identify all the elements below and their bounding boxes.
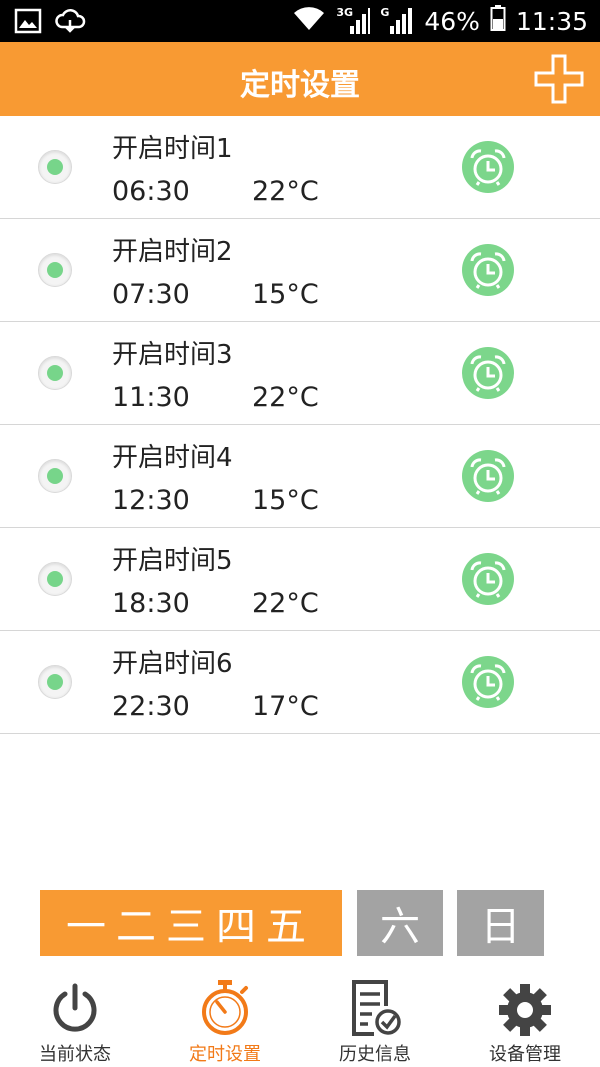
timer-row[interactable]: 开启时间6 22:30 17°C — [0, 631, 600, 734]
alarm-clock-icon[interactable] — [462, 244, 514, 296]
timer-row[interactable]: 开启时间5 18:30 22°C — [0, 528, 600, 631]
timer-name: 开启时间1 — [112, 134, 233, 164]
battery-icon — [490, 4, 506, 38]
timer-temperature: 15°C — [252, 485, 319, 516]
timer-time: 12:30 — [112, 485, 190, 516]
weekday-button[interactable]: 一二三四五 — [40, 890, 342, 956]
tab-history[interactable]: 历史信息 — [300, 970, 450, 1067]
signal-3g-icon: 3G — [336, 6, 371, 36]
timer-row[interactable]: 开启时间3 11:30 22°C — [0, 322, 600, 425]
wifi-icon — [292, 4, 326, 38]
alarm-clock-icon[interactable] — [462, 553, 514, 605]
alarm-clock-icon[interactable] — [462, 450, 514, 502]
timer-name: 开启时间4 — [112, 443, 233, 473]
timer-time: 22:30 — [112, 691, 190, 722]
stopwatch-icon — [202, 980, 248, 1035]
clock-time: 11:35 — [515, 6, 588, 36]
tab-timer-settings[interactable]: 定时设置 — [150, 970, 300, 1067]
timer-enable-radio[interactable] — [38, 562, 72, 596]
timer-time: 07:30 — [112, 279, 190, 310]
timer-temperature: 17°C — [252, 691, 319, 722]
timer-temperature: 22°C — [252, 588, 319, 619]
add-timer-button[interactable] — [530, 50, 588, 108]
gear-icon — [499, 984, 551, 1036]
timer-name: 开启时间2 — [112, 237, 233, 267]
battery-percent: 46% — [424, 6, 480, 36]
app-header: 定时设置 — [0, 42, 600, 116]
timer-row[interactable]: 开启时间1 06:30 22°C — [0, 116, 600, 219]
tab-current-status[interactable]: 当前状态 — [0, 970, 150, 1067]
timer-time: 06:30 — [112, 176, 190, 207]
timer-enable-radio[interactable] — [38, 459, 72, 493]
timer-name: 开启时间3 — [112, 340, 233, 370]
timer-temperature: 22°C — [252, 382, 319, 413]
signal-g-icon: G — [380, 6, 414, 36]
saturday-button[interactable]: 六 — [357, 890, 443, 956]
tab-label: 定时设置 — [189, 1044, 261, 1065]
timer-enable-radio[interactable] — [38, 356, 72, 390]
timer-temperature: 22°C — [252, 176, 319, 207]
tab-label: 当前状态 — [39, 1044, 111, 1065]
timer-list: 开启时间1 06:30 22°C 开启时间2 07:30 15°C 开启时间3 … — [0, 116, 600, 734]
tab-device-management[interactable]: 设备管理 — [450, 970, 600, 1067]
cloud-sync-icon — [54, 7, 86, 39]
timer-time: 11:30 — [112, 382, 190, 413]
bottom-navigation: 当前状态 定时设置 历史信息 设备管理 — [0, 970, 600, 1067]
alarm-clock-icon[interactable] — [462, 656, 514, 708]
timer-name: 开启时间5 — [112, 546, 233, 576]
timer-enable-radio[interactable] — [38, 665, 72, 699]
timer-row[interactable]: 开启时间4 12:30 15°C — [0, 425, 600, 528]
timer-name: 开启时间6 — [112, 649, 233, 679]
timer-temperature: 15°C — [252, 279, 319, 310]
timer-enable-radio[interactable] — [38, 150, 72, 184]
timer-row[interactable]: 开启时间2 07:30 15°C — [0, 219, 600, 322]
timer-enable-radio[interactable] — [38, 253, 72, 287]
power-icon — [53, 983, 97, 1032]
tab-label: 历史信息 — [339, 1044, 411, 1065]
alarm-clock-icon[interactable] — [462, 347, 514, 399]
sunday-button[interactable]: 日 — [457, 890, 544, 956]
timer-time: 18:30 — [112, 588, 190, 619]
page-title: 定时设置 — [240, 68, 360, 103]
alarm-clock-icon[interactable] — [462, 141, 514, 193]
document-check-icon — [352, 980, 401, 1036]
status-bar: 3G G 46% 11:35 — [0, 0, 600, 42]
plus-icon — [534, 54, 584, 104]
gallery-notification-icon — [14, 7, 42, 39]
tab-label: 设备管理 — [489, 1044, 561, 1065]
